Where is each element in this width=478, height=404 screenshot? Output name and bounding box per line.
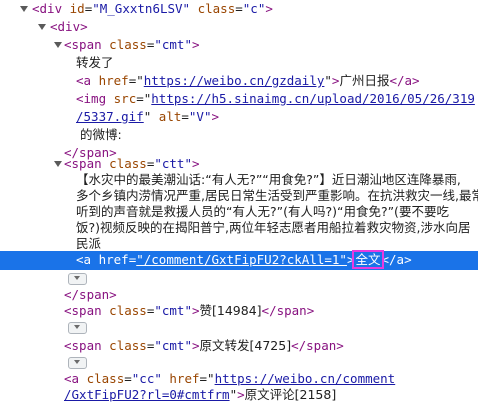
attr-link[interactable]: https://h5.sinaimg.cn/upload/2016/05/26/…: [151, 91, 475, 106]
attr-link[interactable]: "/comment/GxtFipFU2?ckAll=1": [136, 252, 347, 267]
attr-value: "cmt": [154, 338, 192, 353]
tag-open: <img: [76, 91, 107, 106]
attr-link[interactable]: https://weibo.cn/gzdaily: [144, 73, 325, 88]
tag-open: <span: [64, 156, 102, 171]
node-a-gzdaily[interactable]: <a href="https://weibo.cn/gzdaily">广州日报<…: [76, 72, 420, 90]
attr-name: class: [109, 37, 147, 52]
tag-open: <a: [76, 252, 92, 267]
attr-link[interactable]: /5337.gif: [76, 109, 144, 124]
tag-open: <span: [64, 303, 102, 318]
attr-name: class: [109, 338, 147, 353]
attr-value: "V": [188, 109, 212, 124]
tag-close: </span>: [261, 303, 315, 318]
tag-close: >: [265, 1, 273, 16]
tag-close: </span>: [64, 287, 117, 302]
attr-value: "cmt": [154, 37, 192, 52]
attr-name: src: [113, 91, 137, 106]
tag-close: >: [191, 156, 200, 171]
tag-open: <a: [64, 371, 80, 386]
node-img-cont[interactable]: /5337.gif" alt="V">: [76, 108, 219, 126]
tag-open: <span: [64, 37, 102, 52]
attr-value: "cc": [131, 371, 162, 386]
ellipsis-icon[interactable]: [68, 322, 87, 334]
attr-name: class: [109, 156, 147, 171]
node-img[interactable]: <img src="https://h5.sinaimg.cn/upload/2…: [76, 90, 475, 108]
attr-value: "M_Gxxtn6LSV": [92, 1, 191, 16]
attr-name: href: [98, 73, 129, 88]
attr-name: id: [69, 1, 85, 16]
collapse-arrow-icon[interactable]: [54, 161, 62, 167]
text-node: 赞[14984]: [199, 303, 262, 318]
ellipsis-icon[interactable]: [68, 273, 87, 285]
text-node: 饭?)视频反映的在揭阳普宁,两位年轻志愿者用船拉着救灾物资,涉水向居: [76, 220, 471, 235]
node-span-like[interactable]: <span class="cmt">赞[14984]</span>: [64, 302, 314, 320]
attr-name: class: [197, 1, 236, 16]
tag-open: <div: [32, 1, 63, 16]
attr-value: "ctt": [154, 156, 192, 171]
node-span-forward[interactable]: <span class="cmt">原文转发[4725]</span>: [64, 337, 344, 355]
attr-value: "cmt": [154, 303, 192, 318]
node-div-outer[interactable]: <div id="M_Gxxtn6LSV" class="c">: [32, 0, 273, 18]
attr-name: href: [98, 252, 129, 267]
text-node: 转发了: [76, 55, 114, 70]
tag-close: </a>: [389, 73, 420, 88]
tag-close: >: [191, 37, 200, 52]
attr-name: class: [86, 371, 125, 386]
tag-open: <span: [64, 338, 102, 353]
node-div-inner[interactable]: <div>: [50, 18, 88, 36]
attr-name: class: [109, 303, 147, 318]
collapse-arrow-icon[interactable]: [38, 24, 46, 30]
attr-name: href: [169, 371, 200, 386]
text-node: 的微博:: [80, 127, 122, 142]
attr-name: alt: [158, 109, 182, 124]
elements-tree: <div id="M_Gxxtn6LSV" class="c"> <div> <…: [0, 0, 478, 402]
attr-value: "c": [242, 1, 266, 16]
highlighted-text-node[interactable]: 全文: [352, 250, 384, 269]
node-a-fulltext[interactable]: <a href="/comment/GxtFipFU2?ckAll=1">全文<…: [76, 250, 412, 269]
text-node: 广州日报: [339, 73, 390, 88]
node-span-cmt[interactable]: <span class="cmt">: [64, 36, 200, 54]
collapse-arrow-icon[interactable]: [54, 42, 62, 48]
node-a-comment-cont[interactable]: /GxtFipFU2?rl=0#cmtfrm">原文评论[2158]: [64, 386, 336, 404]
selected-node-row[interactable]: <a href="/comment/GxtFipFU2?ckAll=1">全文<…: [0, 250, 478, 270]
collapse-arrow-icon[interactable]: [20, 6, 28, 12]
attr-link[interactable]: https://weibo.cn/comment: [215, 371, 396, 386]
tag-close: </span>: [291, 338, 344, 353]
text-node: 原文转发[4725]: [199, 338, 292, 353]
tag-close: >: [211, 109, 220, 124]
tag-open: <a: [76, 73, 92, 88]
tag-close: </a>: [381, 252, 412, 267]
tag-open: <div>: [50, 19, 88, 34]
ellipsis-icon[interactable]: [68, 357, 87, 369]
